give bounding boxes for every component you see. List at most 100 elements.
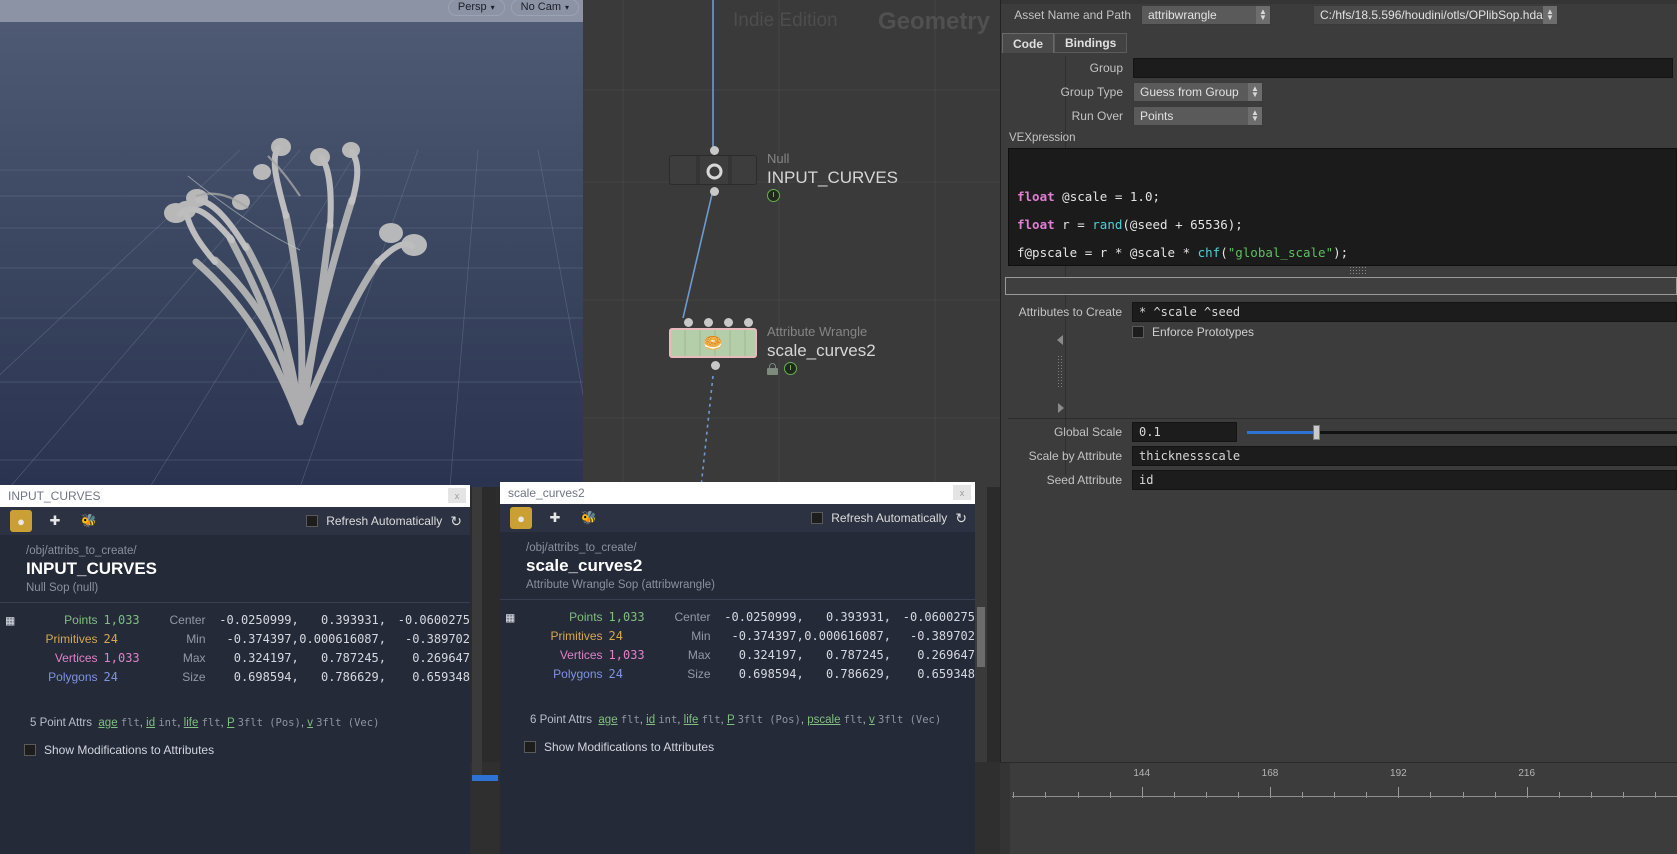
display-flag-icon[interactable] bbox=[784, 362, 797, 375]
display-flag-icon[interactable] bbox=[767, 189, 780, 202]
node-flags[interactable] bbox=[767, 189, 898, 202]
left-panel-scroll-backdrop[interactable] bbox=[472, 487, 482, 777]
network-editor[interactable]: Indie Edition Geometry Null INPUT_CURVES bbox=[583, 0, 1000, 487]
enforce-prototypes-checkbox[interactable] bbox=[1132, 326, 1144, 338]
show-modifications-row[interactable]: Show Modifications to Attributes bbox=[500, 740, 975, 754]
run-over-dropdown[interactable]: Points ▲ ▼ bbox=[1133, 106, 1263, 126]
asset-path-dropdown[interactable]: C:/hfs/18.5.596/houdini/otls/OPlibSop.hd… bbox=[1313, 5, 1558, 25]
panel-toolbar[interactable]: ● ✚ 🐝 Refresh Automatically ↻ bbox=[0, 507, 470, 535]
tab-bindings[interactable]: Bindings bbox=[1054, 33, 1128, 53]
attr-name[interactable]: id bbox=[146, 717, 155, 729]
attributes-to-create-input[interactable]: * ^scale ^seed bbox=[1132, 302, 1677, 322]
vex-status-bar[interactable] bbox=[1005, 277, 1677, 295]
node-input-port-3[interactable] bbox=[744, 318, 753, 327]
refresh-icon[interactable]: ↻ bbox=[450, 513, 462, 530]
add-icon[interactable]: ✚ bbox=[44, 510, 66, 532]
stepper-icon[interactable]: ▲ ▼ bbox=[1248, 107, 1262, 125]
show-modifications-checkbox[interactable] bbox=[24, 744, 36, 756]
houdini-node-icon[interactable]: ● bbox=[510, 507, 532, 529]
bug-icon[interactable]: 🐝 bbox=[578, 507, 600, 529]
refresh-controls[interactable]: Refresh Automatically ↻ bbox=[306, 513, 462, 530]
viewport-toolbar[interactable]: Persp ▾ No Cam ▾ bbox=[447, 0, 579, 16]
viewport-3d[interactable]: Persp ▾ No Cam ▾ bbox=[0, 0, 583, 487]
houdini-window: Persp ▾ No Cam ▾ Indie Edition Geometry … bbox=[0, 0, 1677, 854]
attr-name[interactable]: P bbox=[727, 714, 734, 726]
attr-name[interactable]: v bbox=[307, 717, 313, 729]
attr-name[interactable]: life bbox=[184, 717, 199, 729]
tab-code[interactable]: Code bbox=[1002, 33, 1054, 53]
node-input-curves[interactable]: Null INPUT_CURVES bbox=[669, 146, 898, 202]
collapse-right-arrow-icon[interactable] bbox=[1058, 403, 1064, 413]
scale-by-attribute-input[interactable]: thicknessscale bbox=[1132, 446, 1677, 466]
refresh-automatically-checkbox[interactable] bbox=[811, 512, 824, 524]
wrangle-node-icon: 🥯 bbox=[703, 335, 723, 352]
refresh-automatically-checkbox[interactable] bbox=[306, 515, 319, 527]
group-input[interactable] bbox=[1133, 58, 1673, 78]
attr-name[interactable]: age bbox=[598, 714, 617, 726]
bug-icon[interactable]: 🐝 bbox=[78, 510, 100, 532]
panel-toolbar[interactable]: ● ✚ 🐝 Refresh Automatically ↻ bbox=[500, 504, 975, 532]
network-bottom-scrollbar[interactable] bbox=[975, 487, 987, 762]
add-icon[interactable]: ✚ bbox=[544, 507, 566, 529]
stat-row: Max 0.324197, 0.787245, 0.269647 bbox=[154, 649, 470, 668]
minimize-icon[interactable]: x bbox=[448, 488, 466, 503]
stat-z: 0.269647 bbox=[412, 651, 470, 665]
node-input-port-2[interactable] bbox=[724, 318, 733, 327]
asset-name-dropdown[interactable]: attribwrangle ▲ ▼ bbox=[1141, 5, 1271, 25]
node-input-port-0[interactable] bbox=[684, 318, 693, 327]
asset-row: Asset Name and Path attribwrangle ▲ ▼ C:/… bbox=[1009, 5, 1677, 25]
playbar-marker[interactable] bbox=[472, 775, 498, 781]
stat-row: Vertices 1,033 bbox=[0, 649, 140, 668]
panel-grip-dots[interactable] bbox=[1057, 355, 1064, 387]
refresh-automatically-label: Refresh Automatically bbox=[831, 511, 948, 525]
parameter-panel: Asset Name and Path attribwrangle ▲ ▼ C:/… bbox=[1000, 0, 1677, 762]
node-body[interactable] bbox=[669, 146, 757, 196]
scrollbar-thumb[interactable] bbox=[977, 607, 985, 667]
stepper-icon[interactable]: ▲ ▼ bbox=[1256, 6, 1270, 24]
param-tabs[interactable]: Code Bindings bbox=[1002, 33, 1128, 53]
node-output-port[interactable] bbox=[711, 361, 720, 370]
global-scale-slider[interactable] bbox=[1247, 424, 1677, 440]
global-scale-input[interactable]: 0.1 bbox=[1132, 422, 1237, 442]
attr-name[interactable]: P bbox=[227, 717, 234, 729]
attributes-to-create-label: Attributes to Create bbox=[1018, 305, 1122, 319]
attr-name[interactable]: pscale bbox=[807, 714, 840, 726]
node-output-port[interactable] bbox=[710, 187, 719, 196]
attr-name[interactable]: life bbox=[684, 714, 699, 726]
slider-knob[interactable] bbox=[1312, 424, 1320, 440]
timeline-scrollbar[interactable] bbox=[1000, 763, 1010, 854]
node-body[interactable]: 🥯 bbox=[669, 318, 757, 370]
panel-titlebar[interactable]: INPUT_CURVES x bbox=[0, 485, 470, 507]
slider-fill bbox=[1247, 430, 1316, 434]
collapse-left-arrow-icon[interactable] bbox=[1057, 335, 1063, 345]
timeline[interactable]: 144 168 192 216 bbox=[1000, 762, 1677, 854]
stepper-icon[interactable]: ▲ ▼ bbox=[1543, 6, 1557, 24]
node-path: /obj/attribs_to_create/ bbox=[526, 542, 637, 554]
refresh-icon[interactable]: ↻ bbox=[955, 510, 967, 527]
code-resize-grip[interactable] bbox=[1349, 266, 1367, 274]
panel-titlebar[interactable]: scale_curves2 x bbox=[500, 482, 975, 504]
stepper-icon[interactable]: ▲ ▼ bbox=[1248, 83, 1262, 101]
attr-name[interactable]: id bbox=[646, 714, 655, 726]
stat-row: Points 1,033 bbox=[500, 608, 644, 627]
houdini-node-icon[interactable]: ● bbox=[10, 510, 32, 532]
viewport-nocam-button[interactable]: No Cam ▾ bbox=[510, 0, 579, 16]
node-flags[interactable] bbox=[767, 362, 876, 375]
show-modifications-row[interactable]: Show Modifications to Attributes bbox=[0, 743, 470, 757]
seed-attribute-input[interactable]: id bbox=[1132, 470, 1677, 490]
node-input-port-1[interactable] bbox=[704, 318, 713, 327]
minimize-icon[interactable]: x bbox=[953, 485, 971, 500]
node-input-port[interactable] bbox=[710, 146, 719, 155]
group-type-dropdown[interactable]: Guess from Group ▲ ▼ bbox=[1133, 82, 1263, 102]
show-modifications-checkbox[interactable] bbox=[524, 741, 536, 753]
node-scale-curves2[interactable]: 🥯 Attribute Wrangle scale_curves2 bbox=[669, 318, 876, 375]
viewport-camera-persp-button[interactable]: Persp ▾ bbox=[447, 0, 505, 16]
attr-name[interactable]: age bbox=[98, 717, 117, 729]
attr-name[interactable]: v bbox=[869, 714, 875, 726]
enforce-prototypes-row[interactable]: Enforce Prototypes bbox=[1132, 325, 1254, 339]
lock-icon[interactable] bbox=[767, 362, 778, 375]
timeline-ruler[interactable]: 144 168 192 216 bbox=[1012, 768, 1677, 798]
refresh-controls[interactable]: Refresh Automatically ↻ bbox=[811, 510, 967, 527]
vex-code-editor[interactable]: float @scale = 1.0; float r = rand(@seed… bbox=[1008, 148, 1677, 266]
node-label: Null INPUT_CURVES bbox=[767, 151, 898, 202]
